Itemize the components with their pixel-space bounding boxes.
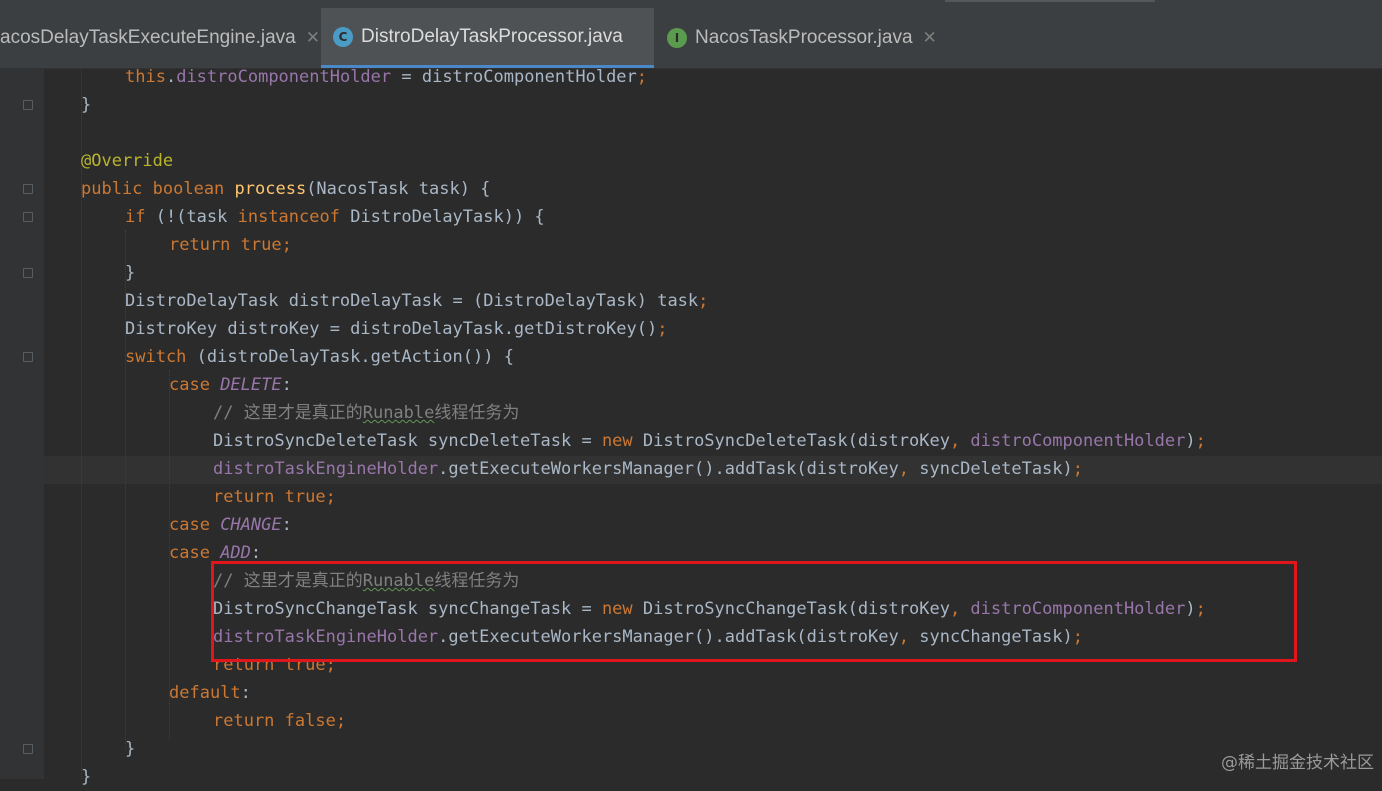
close-icon[interactable]: ✕ [306,28,320,48]
fold-marker-icon[interactable] [23,744,33,754]
code-line[interactable]: } [125,259,135,287]
fold-marker-icon[interactable] [23,100,33,110]
editor-gutter[interactable] [0,68,44,779]
code-line[interactable]: if (!(task instanceof DistroDelayTask)) … [125,203,545,231]
tab-label: acosDelayTaskExecuteEngine.java [0,27,296,49]
code-line[interactable]: this.distroComponentHolder = distroCompo… [125,63,647,91]
tab-label: DistroDelayTaskProcessor.java [361,26,623,48]
code-line[interactable]: DistroKey distroKey = distroDelayTask.ge… [125,315,667,343]
tab-nacos-task-processor[interactable]: I NacosTaskProcessor.java ✕ [655,8,945,68]
code-line[interactable]: } [125,735,135,763]
code-line[interactable]: case CHANGE: [169,511,292,539]
code-line[interactable]: default: [169,679,251,707]
highlight-box [211,561,1297,662]
tab-bar-accent-line [945,0,1155,2]
code-line[interactable]: return true; [169,231,292,259]
code-line[interactable]: return false; [213,707,346,735]
class-icon: C [333,27,353,47]
code-line[interactable]: @Override [81,147,173,175]
tab-distro-delay-task-processor[interactable]: C DistroDelayTaskProcessor.java [321,8,654,68]
watermark: @稀土掘金技术社区 [1221,748,1374,773]
code-line[interactable]: distroTaskEngineHolder.getExecuteWorkers… [213,455,1083,483]
code-line[interactable]: } [81,91,91,119]
code-line[interactable]: public boolean process(NacosTask task) { [81,175,490,203]
close-icon[interactable]: ✕ [923,28,937,48]
code-line[interactable]: return true; [213,483,336,511]
code-line[interactable]: case DELETE: [169,371,292,399]
code-line[interactable]: DistroSyncDeleteTask syncDeleteTask = ne… [213,427,1206,455]
code-line[interactable]: } [81,763,91,791]
tab-label: NacosTaskProcessor.java [695,27,913,49]
code-line[interactable]: switch (distroDelayTask.getAction()) { [125,343,514,371]
fold-marker-icon[interactable] [23,212,33,222]
tab-nacos-delay-task-execute-engine[interactable]: acosDelayTaskExecuteEngine.java ✕ [0,8,320,68]
code-line[interactable]: // 这里才是真正的Runable线程任务为 [213,399,519,427]
code-line[interactable]: DistroDelayTask distroDelayTask = (Distr… [125,287,708,315]
editor-tab-bar: acosDelayTaskExecuteEngine.java ✕ C Dist… [0,0,1382,69]
fold-marker-icon[interactable] [23,268,33,278]
interface-icon: I [667,28,687,48]
fold-marker-icon[interactable] [23,352,33,362]
fold-marker-icon[interactable] [23,184,33,194]
